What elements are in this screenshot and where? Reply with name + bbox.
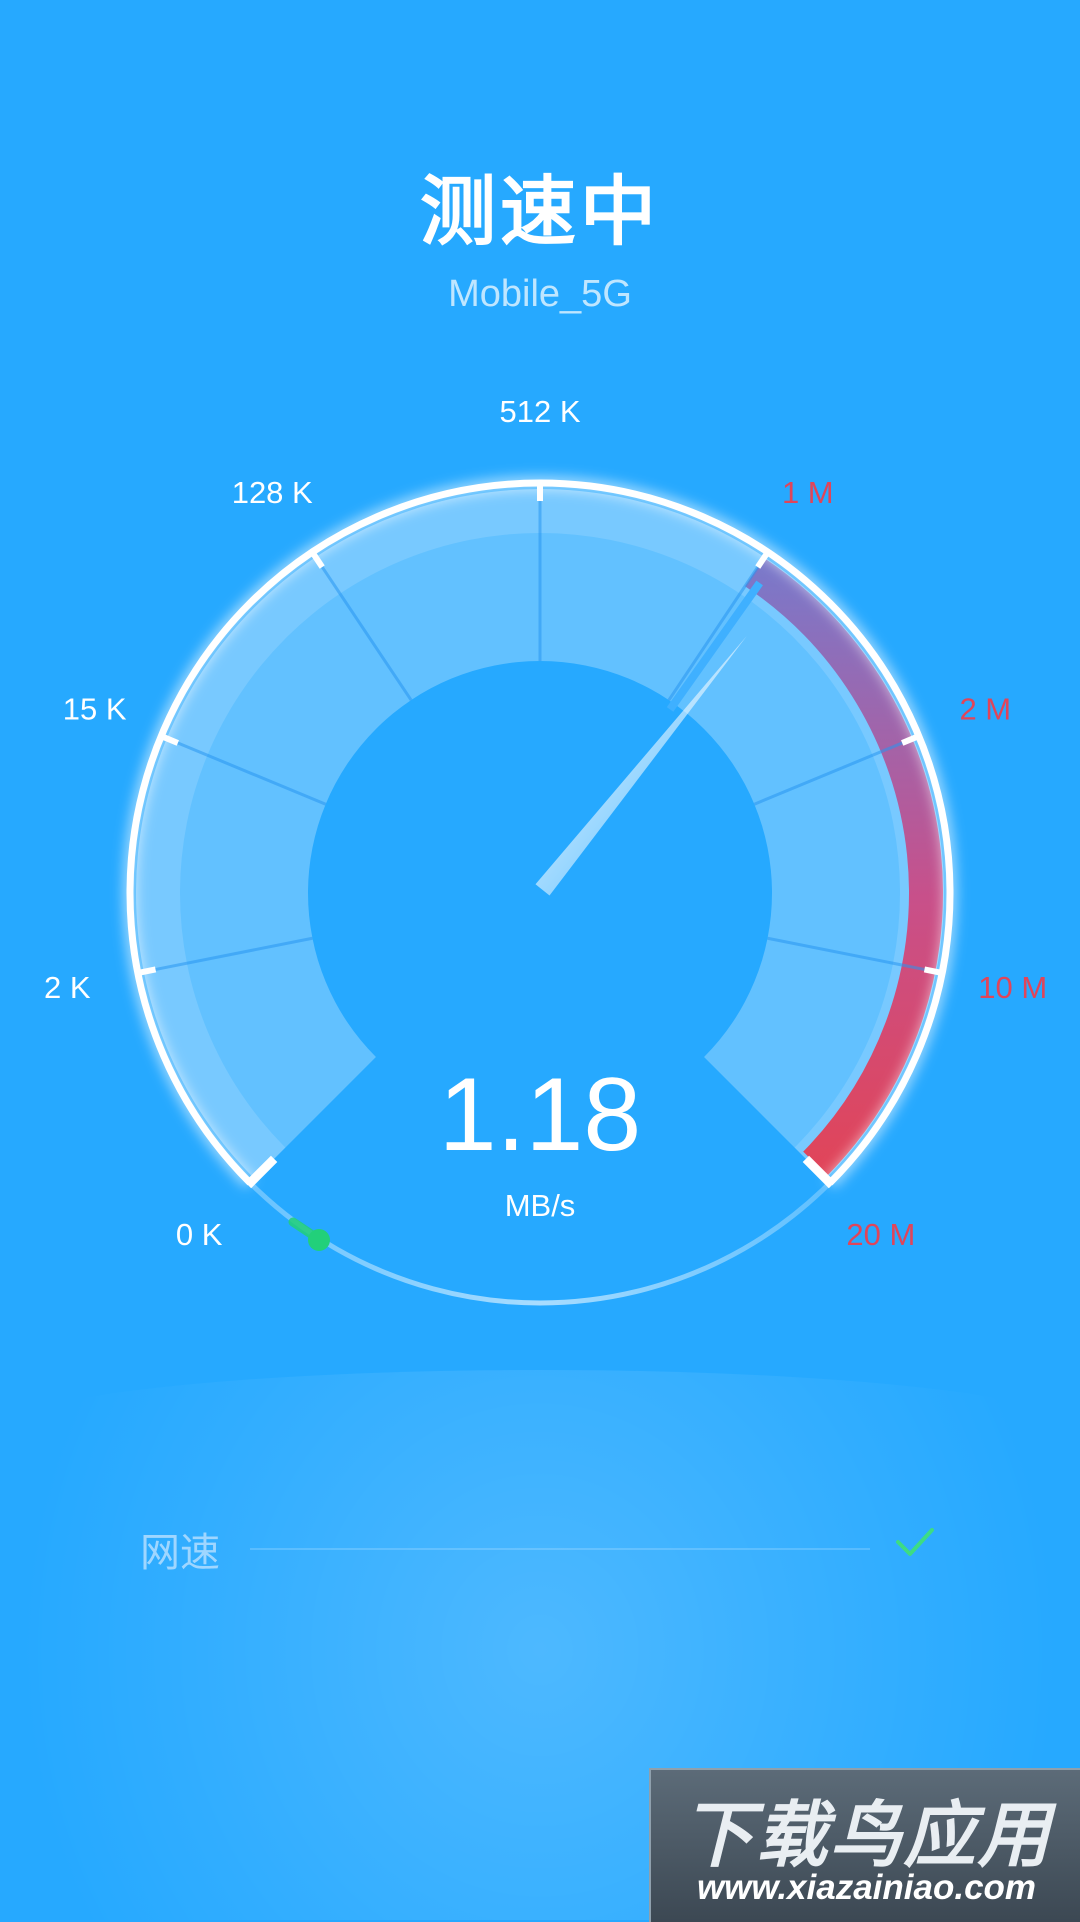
gauge-scale-label: 0 K [176, 1217, 223, 1252]
gauge-scale-label: 15 K [63, 692, 127, 727]
result-row-speed: 网速 [140, 1520, 940, 1580]
watermark-brand: 下载鸟应用 [681, 1793, 1052, 1877]
watermark-logo: 下载鸟应用 www.xiazainiao.com [649, 1768, 1080, 1922]
progress-indicator [288, 1217, 330, 1251]
gauge-scale-label: 2 K [44, 970, 91, 1005]
gauge-scale-label: 20 M [846, 1217, 915, 1252]
result-divider [250, 1548, 870, 1550]
gauge-scale-label: 512 K [499, 394, 580, 429]
gauge-tick [134, 966, 157, 977]
gauge-scale-label: 128 K [232, 475, 313, 510]
gauge-scale-label: 1 M [782, 475, 834, 510]
result-label: 网速 [140, 1530, 220, 1576]
check-icon [892, 1520, 936, 1568]
speed-unit: MB/s [505, 1188, 576, 1223]
speed-gauge: 0 K2 K15 K128 K512 K1 M2 M10 M20 M 1.18 … [44, 394, 1047, 1306]
speed-value: 1.18 [439, 1057, 641, 1173]
gauge-scale-label: 2 M [959, 692, 1011, 727]
gauge-tick [923, 966, 946, 977]
watermark-url: www.xiazainiao.com [696, 1868, 1037, 1907]
gauge-scale-label: 10 M [978, 970, 1047, 1005]
